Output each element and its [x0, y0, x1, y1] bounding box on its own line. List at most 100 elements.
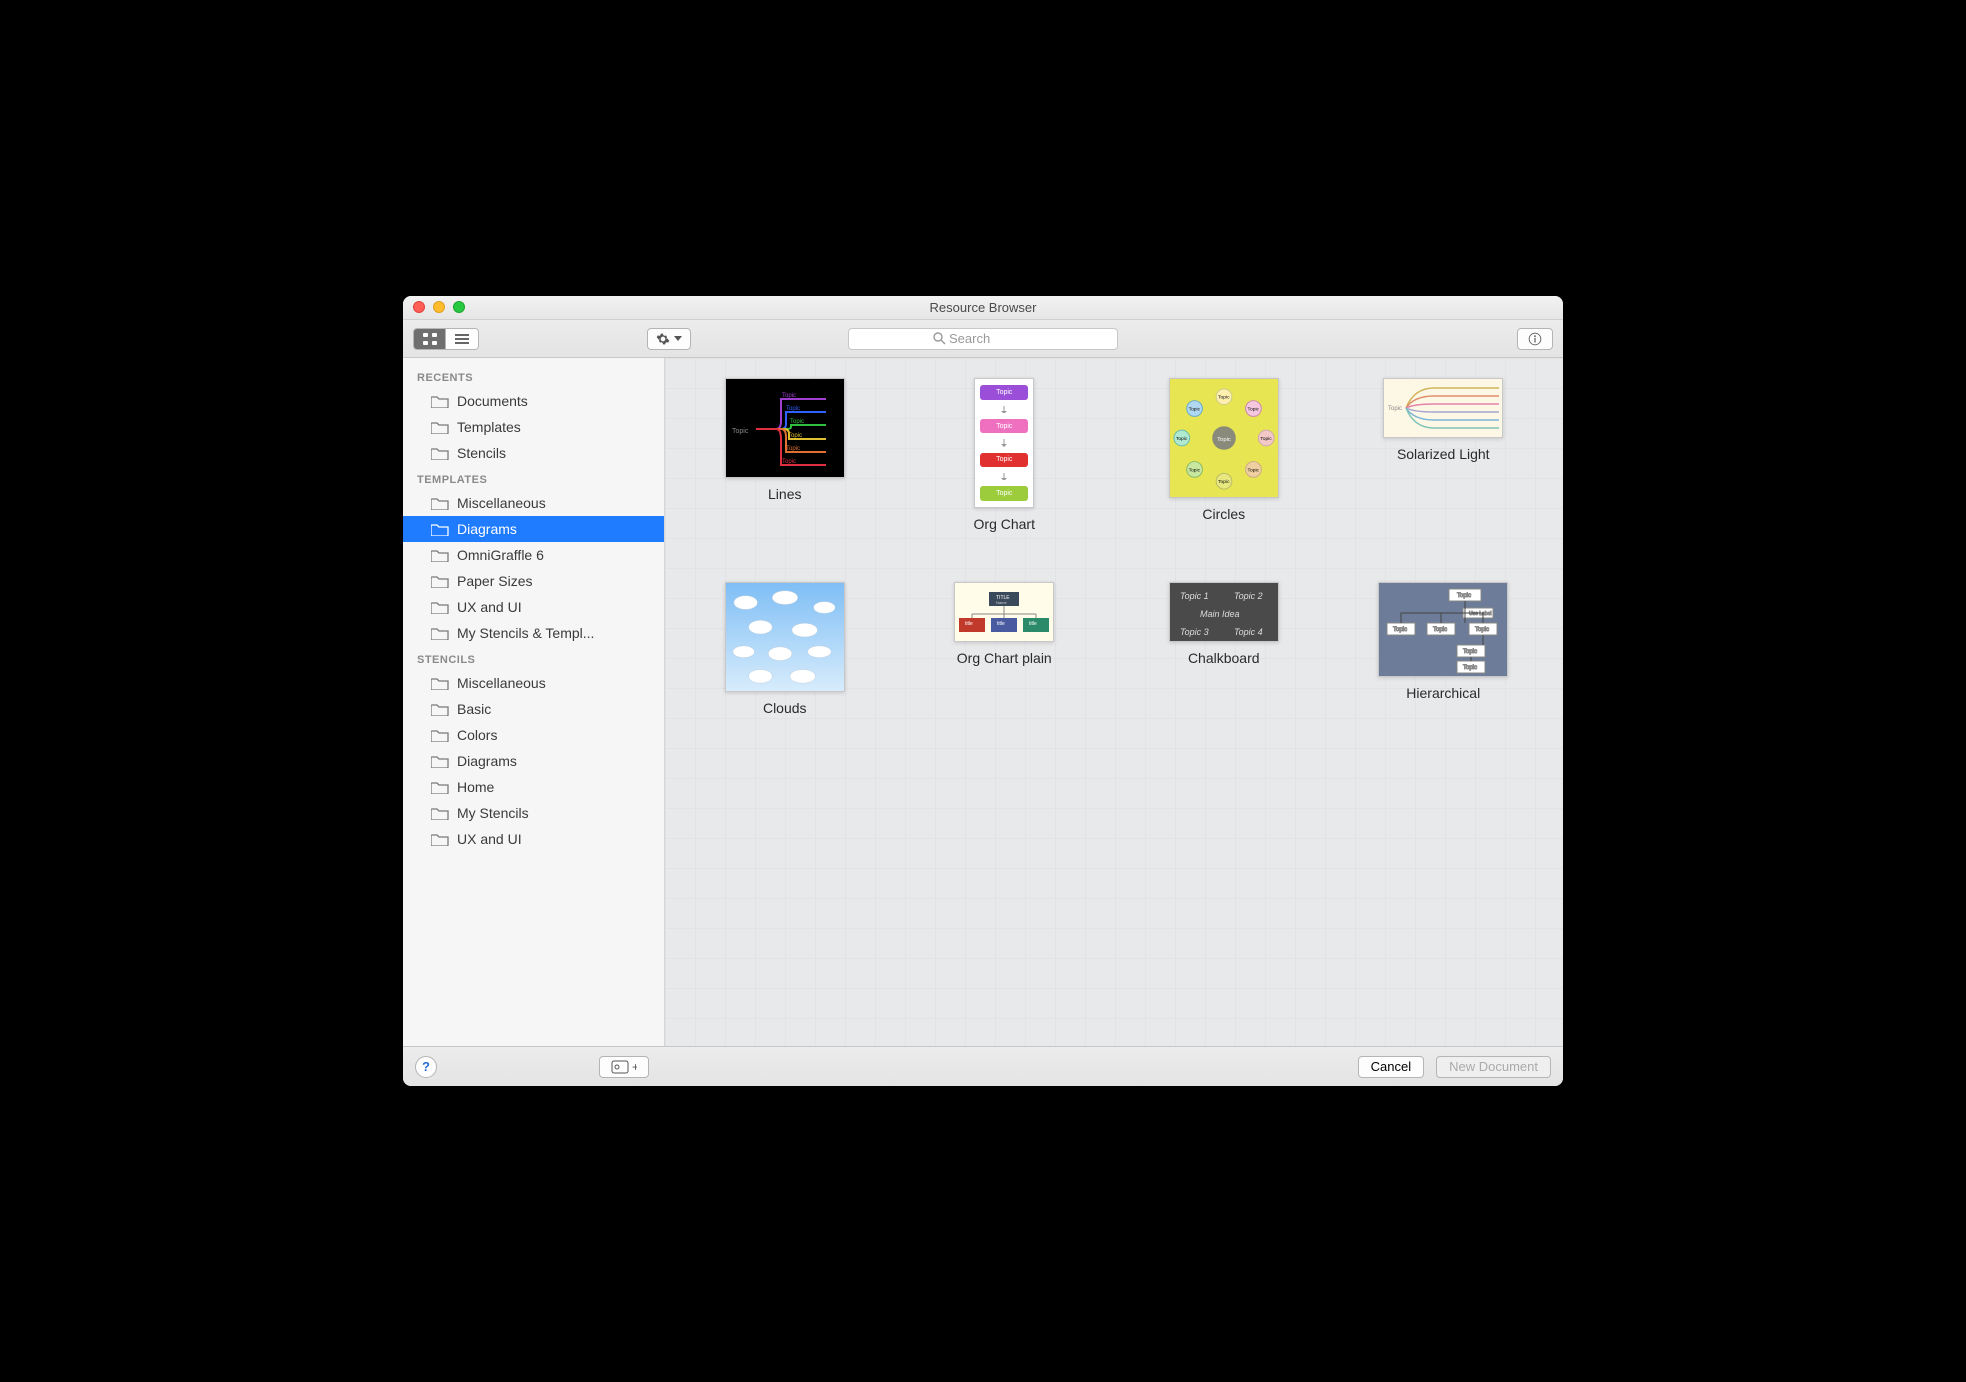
- sidebar-item[interactable]: Basic: [403, 696, 664, 722]
- minimize-window-button[interactable]: [433, 301, 445, 313]
- cancel-button[interactable]: Cancel: [1358, 1056, 1424, 1078]
- sidebar-section-header: RECENTS: [403, 364, 664, 388]
- template-item[interactable]: TITLEName title title title Org Chart pl…: [915, 582, 1095, 716]
- sidebar: RECENTSDocumentsTemplatesStencilsTEMPLAT…: [403, 358, 665, 1046]
- sidebar-item[interactable]: Stencils: [403, 440, 664, 466]
- zoom-window-button[interactable]: [453, 301, 465, 313]
- sidebar-item[interactable]: Miscellaneous: [403, 490, 664, 516]
- sidebar-item[interactable]: Colors: [403, 722, 664, 748]
- toolbar: [403, 320, 1563, 358]
- sidebar-item[interactable]: My Stencils: [403, 800, 664, 826]
- template-thumbnail: Topic Topic Topic Topic: [974, 378, 1034, 508]
- sidebar-item-label: Stencils: [457, 445, 506, 461]
- help-button[interactable]: ?: [415, 1056, 437, 1078]
- traffic-lights: [413, 301, 465, 313]
- sidebar-item-label: My Stencils: [457, 805, 529, 821]
- search-input[interactable]: [848, 328, 1118, 350]
- svg-text:Topic: Topic: [1433, 627, 1447, 633]
- new-document-button: New Document: [1436, 1056, 1551, 1078]
- template-item[interactable]: Topic Use Label Topic Topic Topic Topic …: [1354, 582, 1534, 716]
- sidebar-item[interactable]: Home: [403, 774, 664, 800]
- folder-icon: [431, 780, 449, 794]
- folder-icon: [431, 394, 449, 408]
- template-label: Clouds: [763, 700, 807, 716]
- svg-text:Topic: Topic: [788, 433, 802, 439]
- sidebar-item-label: My Stencils & Templ...: [457, 625, 594, 641]
- svg-text:Topic: Topic: [782, 393, 796, 399]
- sidebar-item-label: Miscellaneous: [457, 675, 546, 691]
- list-view-button[interactable]: [446, 329, 478, 349]
- template-item[interactable]: Topic Solarized Light: [1354, 378, 1534, 532]
- folder-icon: [431, 702, 449, 716]
- sidebar-item[interactable]: Paper Sizes: [403, 568, 664, 594]
- sidebar-item[interactable]: Diagrams: [403, 748, 664, 774]
- svg-text:Topic: Topic: [1457, 593, 1471, 599]
- sidebar-item-label: UX and UI: [457, 831, 522, 847]
- sidebar-item[interactable]: UX and UI: [403, 594, 664, 620]
- svg-text:Name: Name: [996, 600, 1007, 605]
- view-mode-segmented: [413, 328, 479, 350]
- sidebar-item[interactable]: UX and UI: [403, 826, 664, 852]
- svg-text:Topic: Topic: [1176, 436, 1188, 442]
- sidebar-item-label: Miscellaneous: [457, 495, 546, 511]
- template-label: Chalkboard: [1188, 650, 1260, 666]
- sidebar-item[interactable]: Documents: [403, 388, 664, 414]
- svg-text:Topic: Topic: [1463, 649, 1477, 655]
- template-thumbnail: Topic: [1383, 378, 1503, 438]
- sidebar-item[interactable]: Diagrams: [403, 516, 664, 542]
- template-item[interactable]: Clouds: [695, 582, 875, 716]
- sidebar-item-label: Diagrams: [457, 521, 517, 537]
- folder-icon: [431, 574, 449, 588]
- body: RECENTSDocumentsTemplatesStencilsTEMPLAT…: [403, 358, 1563, 1046]
- new-stencil-button[interactable]: +: [599, 1056, 649, 1078]
- sidebar-item[interactable]: My Stencils & Templ...: [403, 620, 664, 646]
- sidebar-item-label: UX and UI: [457, 599, 522, 615]
- grid-icon: [423, 333, 437, 345]
- svg-text:Topic: Topic: [1260, 436, 1272, 442]
- template-label: Org Chart plain: [957, 650, 1052, 666]
- template-thumbnail: [725, 582, 845, 692]
- folder-icon: [431, 548, 449, 562]
- gear-icon: [656, 332, 670, 346]
- template-item[interactable]: Topic Topic Topic Topic Topic Topic Topi…: [695, 378, 875, 532]
- info-icon: [1528, 332, 1542, 346]
- template-item[interactable]: Topic Topic Topic Topic Org Chart: [915, 378, 1095, 532]
- svg-text:Topic 4: Topic 4: [1234, 627, 1263, 637]
- action-menu-button[interactable]: [647, 328, 691, 350]
- svg-text:Topic: Topic: [1218, 395, 1230, 401]
- resource-browser-window: Resource Browser: [403, 296, 1563, 1086]
- list-icon: [455, 334, 469, 344]
- add-stencil-icon: +: [611, 1060, 637, 1074]
- svg-text:Topic: Topic: [1475, 627, 1489, 633]
- sidebar-item-label: Basic: [457, 701, 491, 717]
- svg-text:Topic: Topic: [786, 446, 800, 452]
- sidebar-item[interactable]: OmniGraffle 6: [403, 542, 664, 568]
- info-button[interactable]: [1517, 328, 1553, 350]
- folder-icon: [431, 496, 449, 510]
- svg-text:title: title: [1029, 621, 1037, 627]
- content-area: Topic Topic Topic Topic Topic Topic Topi…: [665, 358, 1563, 1046]
- folder-icon: [431, 522, 449, 536]
- template-thumbnail: TITLEName title title title: [954, 582, 1054, 642]
- sidebar-item-label: Templates: [457, 419, 521, 435]
- template-item[interactable]: Topic Topic Topic Topic Topic Topic Topi…: [1134, 378, 1314, 532]
- sidebar-item-label: Colors: [457, 727, 497, 743]
- svg-text:Topic: Topic: [1463, 665, 1477, 671]
- sidebar-item-label: Documents: [457, 393, 528, 409]
- close-window-button[interactable]: [413, 301, 425, 313]
- svg-text:Topic 1: Topic 1: [1180, 591, 1209, 601]
- template-label: Solarized Light: [1397, 446, 1490, 462]
- folder-icon: [431, 806, 449, 820]
- template-item[interactable]: Topic 1 Topic 2 Main Idea Topic 3 Topic …: [1134, 582, 1314, 716]
- icon-view-button[interactable]: [414, 329, 446, 349]
- sidebar-item[interactable]: Templates: [403, 414, 664, 440]
- folder-icon: [431, 626, 449, 640]
- svg-text:Topic: Topic: [786, 406, 800, 412]
- svg-text:Topic: Topic: [1217, 437, 1231, 443]
- sidebar-section-header: STENCILS: [403, 646, 664, 670]
- folder-icon: [431, 600, 449, 614]
- sidebar-item[interactable]: Miscellaneous: [403, 670, 664, 696]
- template-label: Org Chart: [974, 516, 1035, 532]
- folder-icon: [431, 832, 449, 846]
- folder-icon: [431, 676, 449, 690]
